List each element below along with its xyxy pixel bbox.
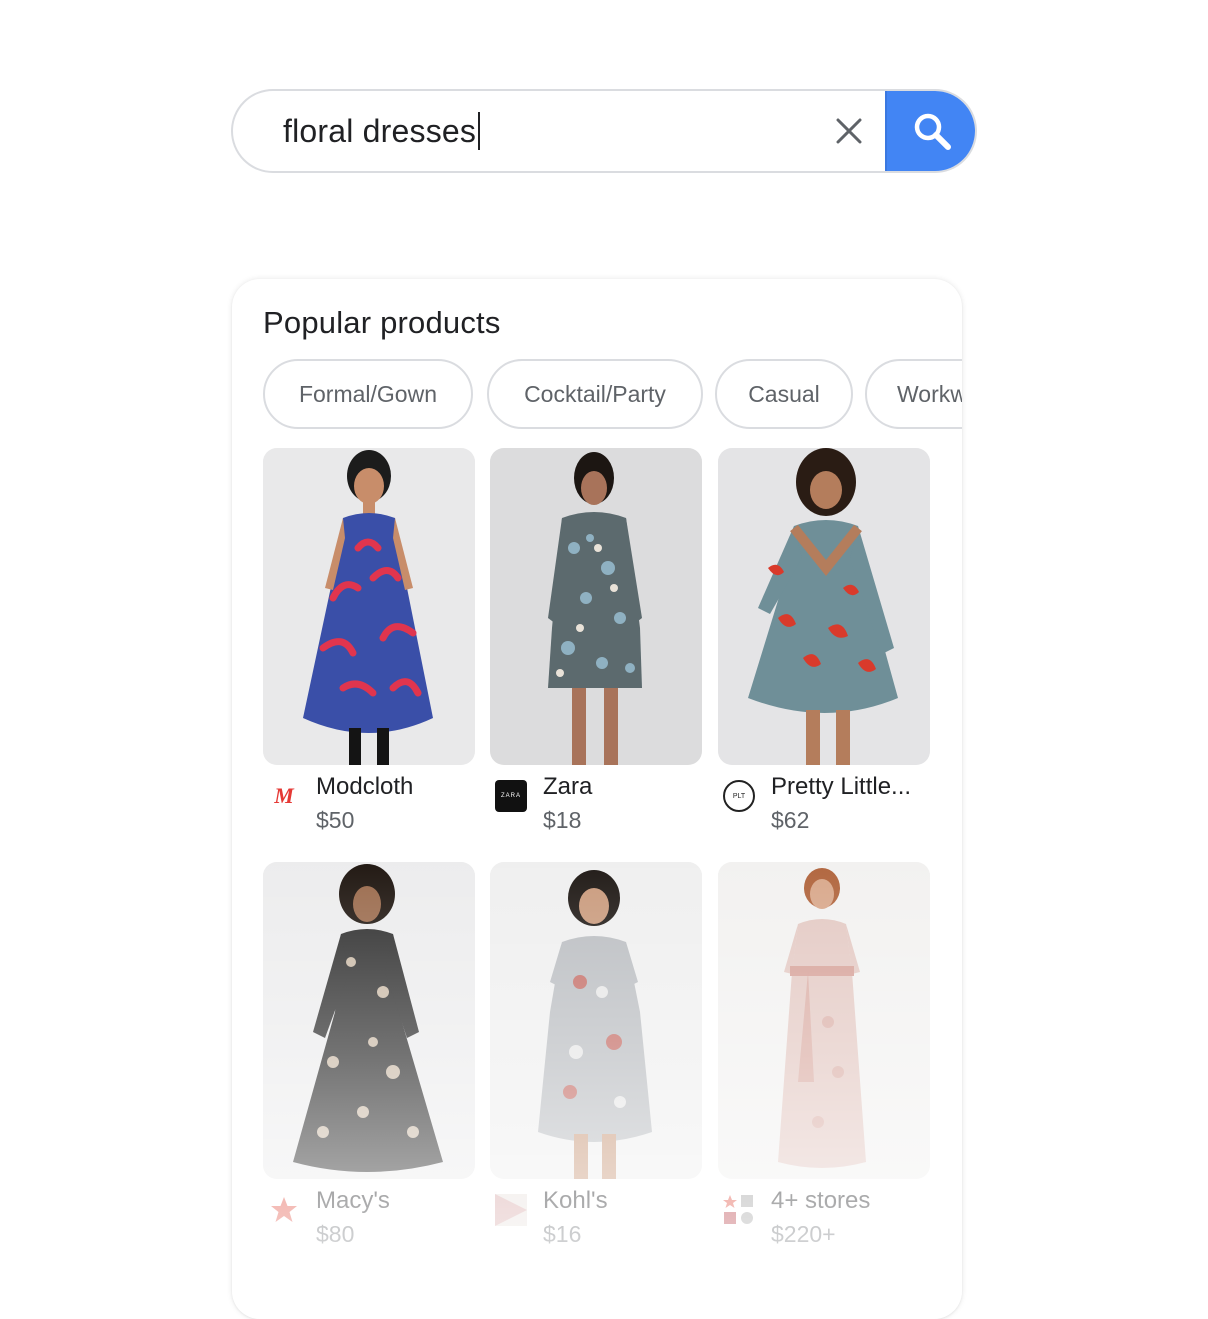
chip-label: Casual <box>748 380 820 407</box>
store-name: Modcloth <box>316 773 414 800</box>
price: $18 <box>543 807 582 833</box>
price: $80 <box>316 1221 355 1247</box>
chip-workwear[interactable]: Workw <box>865 359 962 429</box>
chip-label: Formal/Gown <box>298 380 438 407</box>
kohls-logo-icon <box>494 1193 528 1227</box>
price: $62 <box>771 807 810 833</box>
plt-logo-icon: PLT <box>722 779 756 813</box>
product-image[interactable] <box>490 862 702 1179</box>
search-button[interactable] <box>885 91 975 171</box>
store-row: PLT Pretty Little... $62 <box>718 765 930 845</box>
product-card[interactable]: 4+ stores $220+ <box>718 862 930 1259</box>
product-card[interactable]: Kohl's $16 <box>490 862 702 1259</box>
price: $50 <box>316 807 355 833</box>
price: $16 <box>543 1221 582 1247</box>
chip-formal-gown[interactable]: Formal/Gown <box>263 359 473 429</box>
store-row: 4+ stores $220+ <box>718 1179 930 1259</box>
product-card[interactable]: PLT Pretty Little... $62 <box>718 448 930 845</box>
multiple-stores-icon <box>722 1193 756 1227</box>
zara-logo-icon: ZARA <box>494 779 528 813</box>
search-input[interactable]: floral dresses <box>283 91 481 171</box>
chip-label: Workw <box>897 380 962 407</box>
store-name: Zara <box>543 773 593 800</box>
product-image[interactable] <box>490 448 702 765</box>
product-image[interactable] <box>263 862 475 1179</box>
chip-cocktail-party[interactable]: Cocktail/Party <box>487 359 703 429</box>
chip-casual[interactable]: Casual <box>715 359 853 429</box>
popular-products-card: Popular products Formal/Gown Cocktail/Pa… <box>232 279 962 1319</box>
store-name: Macy's <box>316 1187 390 1214</box>
product-image[interactable] <box>718 448 930 765</box>
macys-star-icon <box>267 1193 301 1227</box>
close-icon <box>836 118 862 144</box>
clear-button[interactable] <box>827 109 871 153</box>
search-query: floral dresses <box>283 112 477 149</box>
price: $220+ <box>771 1221 836 1247</box>
chip-label: Cocktail/Party <box>524 380 666 407</box>
product-image[interactable] <box>718 862 930 1179</box>
store-row: Kohl's $16 <box>490 1179 702 1259</box>
search-icon <box>914 113 951 150</box>
product-image[interactable] <box>263 448 475 765</box>
modcloth-logo-icon: M <box>274 783 294 808</box>
store-row: M Modcloth $50 <box>263 765 475 845</box>
filter-chips: Formal/Gown Cocktail/Party Casual Workw <box>263 359 962 433</box>
product-card[interactable]: ZARA Zara $18 <box>490 448 702 845</box>
search-bar: floral dresses <box>231 89 977 173</box>
store-row: Macy's $80 <box>263 1179 475 1259</box>
store-name: 4+ stores <box>771 1187 871 1214</box>
card-title: Popular products <box>263 305 501 340</box>
product-card[interactable]: M Modcloth $50 <box>263 448 475 845</box>
store-name: Kohl's <box>543 1187 608 1214</box>
product-card[interactable]: Macy's $80 <box>263 862 475 1259</box>
store-name: Pretty Little... <box>771 773 912 800</box>
text-caret <box>478 112 481 150</box>
store-row: ZARA Zara $18 <box>490 765 702 845</box>
